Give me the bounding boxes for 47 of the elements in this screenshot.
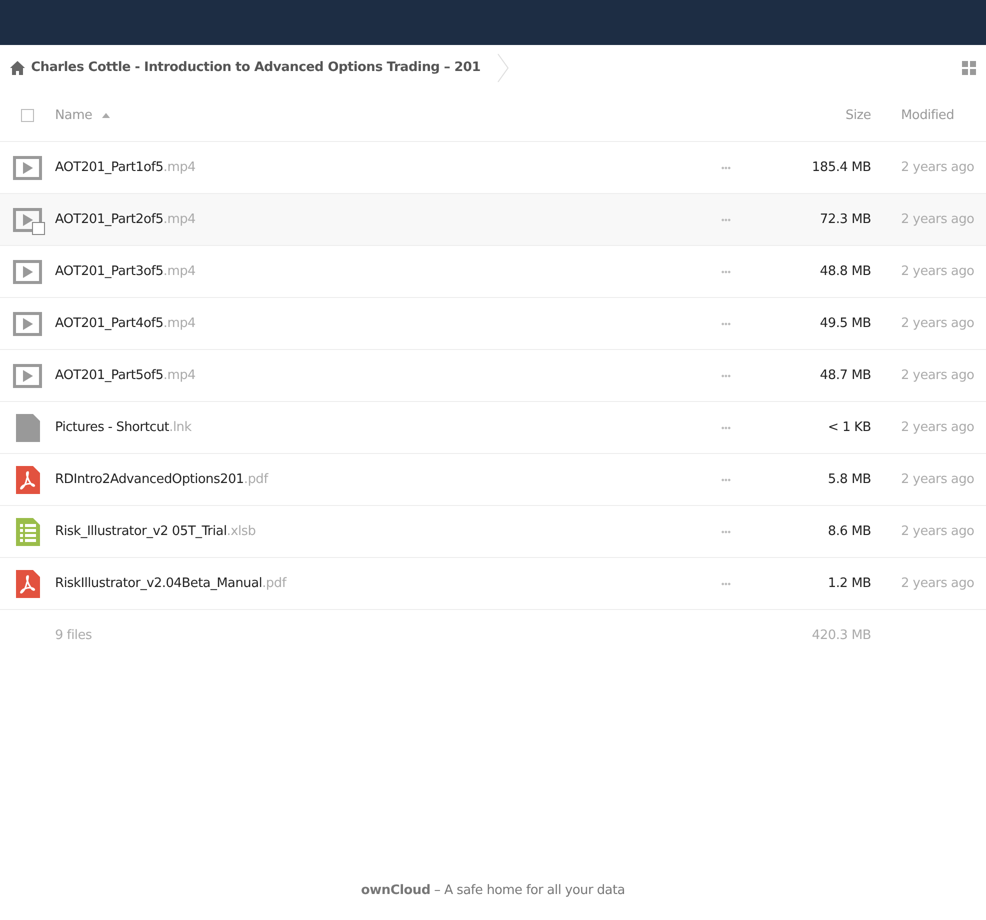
footer-tagline: ownCloud – A safe home for all your data — [360, 883, 626, 900]
modified-time: 2 years ago — [900, 316, 976, 331]
file-row[interactable]: AOT201_Part2of5.mp4 ••• 72.3 MB 2 years ago — [0, 194, 986, 246]
file-size: 48.8 MB — [818, 264, 871, 279]
file-count: 9 files — [55, 628, 92, 643]
file-size: 185.4 MB — [810, 160, 871, 175]
home-icon[interactable] — [10, 60, 25, 74]
file-size: 8.6 MB — [826, 524, 871, 539]
video-icon — [13, 364, 42, 388]
file-name[interactable]: Risk_Illustrator_v2 05T_Trial.xlsb — [55, 524, 706, 539]
modified-time: 2 years ago — [900, 420, 976, 435]
file-name[interactable]: AOT201_Part1of5.mp4 — [55, 160, 706, 175]
modified-time: 2 years ago — [900, 212, 976, 227]
modified-time: 2 years ago — [900, 160, 976, 175]
file-name[interactable]: RDIntro2AdvancedOptions201.pdf — [55, 472, 706, 487]
modified-time: 2 years ago — [900, 524, 976, 539]
chevron-icon — [496, 52, 509, 82]
file-size: 5.8 MB — [826, 472, 871, 487]
file-icon — [16, 414, 40, 442]
row-checkbox[interactable] — [32, 222, 45, 234]
total-size: 420.3 MB — [810, 628, 871, 643]
file-name[interactable]: AOT201_Part2of5.mp4 — [55, 212, 706, 227]
modified-time: 2 years ago — [900, 576, 976, 591]
file-name[interactable]: AOT201_Part3of5.mp4 — [55, 264, 706, 279]
video-icon — [13, 208, 42, 232]
file-name[interactable]: Pictures - Shortcut.lnk — [55, 420, 706, 435]
file-name[interactable]: AOT201_Part5of5.mp4 — [55, 368, 706, 383]
video-icon — [13, 312, 42, 336]
pdf-icon — [16, 466, 40, 494]
modified-time: 2 years ago — [900, 264, 976, 279]
file-size: 1.2 MB — [826, 576, 871, 591]
grid-view-icon[interactable] — [962, 60, 976, 74]
file-size: 48.7 MB — [818, 368, 871, 383]
modified-time: 2 years ago — [900, 368, 976, 383]
file-size: 49.5 MB — [818, 316, 871, 331]
modified-time: 2 years ago — [900, 472, 976, 487]
file-size: < 1 KB — [826, 420, 871, 435]
sort-ascending-icon — [102, 113, 110, 118]
breadcrumb-link[interactable]: Charles Cottle - Introduction to Advanced Options Trading – 201 — [31, 60, 481, 75]
video-icon — [13, 156, 42, 180]
pdf-icon — [16, 570, 40, 598]
file-size: 72.3 MB — [818, 212, 871, 227]
video-icon — [13, 260, 42, 284]
select-all-checkbox[interactable] — [21, 109, 34, 122]
file-name[interactable]: RiskIllustrator_v2.04Beta_Manual.pdf — [55, 576, 706, 591]
file-name[interactable]: AOT201_Part4of5.mp4 — [55, 316, 706, 331]
spreadsheet-icon — [16, 518, 40, 546]
